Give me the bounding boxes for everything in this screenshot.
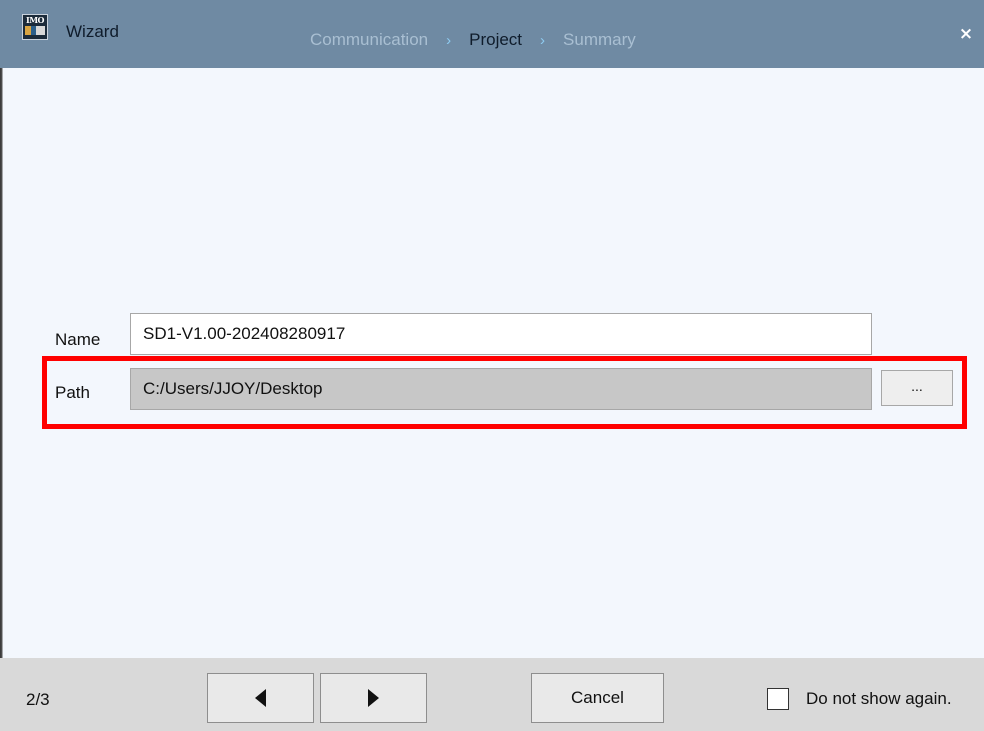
footer-bar: 2/3 Cancel Do not show again. (0, 658, 984, 731)
chevron-right-icon: › (540, 31, 546, 49)
chevron-right-icon: › (446, 31, 452, 49)
logo-text: IMO (25, 15, 45, 25)
step-summary: Summary (563, 30, 636, 49)
path-label: Path (55, 383, 90, 402)
page-counter: 2/3 (26, 690, 50, 709)
close-icon[interactable]: × (956, 24, 976, 44)
title-bar: IMO Wizard Communication › Project › Sum… (0, 0, 984, 68)
back-button[interactable] (207, 673, 314, 723)
do-not-show-label[interactable]: Do not show again. (806, 689, 952, 709)
name-input[interactable] (130, 313, 872, 355)
do-not-show-checkbox[interactable] (767, 688, 789, 710)
step-communication: Communication (310, 30, 429, 49)
logo-graphic (25, 26, 45, 35)
cancel-button[interactable]: Cancel (531, 673, 664, 723)
triangle-right-icon (368, 689, 379, 707)
step-project: Project (469, 30, 523, 49)
path-input[interactable] (130, 368, 872, 410)
wizard-window: IMO Wizard Communication › Project › Sum… (0, 0, 984, 731)
name-label: Name (55, 330, 101, 349)
next-button[interactable] (320, 673, 427, 723)
wizard-steps: Communication › Project › Summary (310, 30, 636, 50)
browse-button[interactable]: ... (881, 370, 953, 406)
window-title: Wizard (66, 22, 119, 41)
window-edge (0, 68, 8, 658)
imo-logo-icon: IMO (22, 14, 48, 40)
triangle-left-icon (255, 689, 266, 707)
